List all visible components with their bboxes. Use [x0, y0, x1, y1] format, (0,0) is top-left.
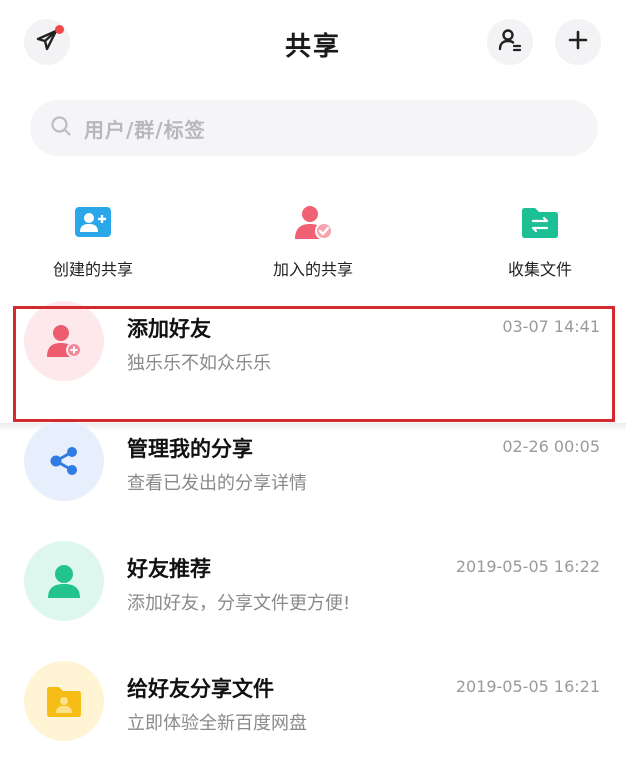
- list-item-subtitle: 添加好友，分享文件更方便!: [127, 593, 351, 614]
- list-item-friend-recommend[interactable]: 好友推荐 添加好友，分享文件更方便! 2019-05-05 16:22: [0, 523, 626, 643]
- collect-folder-icon: [518, 200, 562, 244]
- contacts-button[interactable]: [487, 19, 533, 65]
- list-item-subtitle: 独乐乐不如众乐乐: [127, 353, 271, 374]
- person-icon: [24, 541, 104, 621]
- list-item-title: 给好友分享文件: [127, 677, 274, 701]
- list-item-subtitle: 立即体验全新百度网盘: [127, 713, 307, 734]
- list-item-subtitle: 查看已发出的分享详情: [127, 473, 307, 494]
- search-placeholder: 用户/群/标签: [84, 117, 206, 142]
- created-shares-button[interactable]: 创建的共享: [13, 200, 173, 280]
- quick-action-label: 创建的共享: [52, 260, 133, 279]
- collect-files-button[interactable]: 收集文件: [460, 200, 620, 280]
- plus-icon: [567, 29, 589, 55]
- quick-action-label: 加入的共享: [272, 260, 353, 279]
- search-input[interactable]: 用户/群/标签: [30, 100, 598, 156]
- contacts-icon: [497, 27, 523, 57]
- list-item-manage-shares[interactable]: 管理我的分享 查看已发出的分享详情 02-26 00:05: [0, 403, 626, 523]
- list-item-title: 好友推荐: [127, 557, 211, 581]
- joined-share-icon: [291, 200, 335, 244]
- joined-shares-button[interactable]: 加入的共享: [233, 200, 393, 280]
- header-bar: 共享: [0, 0, 626, 88]
- share-icon: [24, 421, 104, 501]
- quick-action-label: 收集文件: [507, 260, 572, 279]
- folder-icon: [24, 661, 104, 741]
- list-item-time: 03-07 14:41: [502, 317, 600, 336]
- list-item-add-friend[interactable]: 添加好友 独乐乐不如众乐乐 03-07 14:41: [0, 283, 626, 403]
- list-item-time: 02-26 00:05: [502, 437, 600, 456]
- list-item-share-files[interactable]: 给好友分享文件 立即体验全新百度网盘 2019-05-05 16:21: [0, 643, 626, 763]
- list-item-time: 2019-05-05 16:22: [455, 557, 600, 576]
- create-share-icon: [71, 200, 115, 244]
- list-item-time: 2019-05-05 16:21: [455, 677, 600, 696]
- add-friend-icon: [24, 301, 104, 381]
- list-item-title: 管理我的分享: [127, 437, 253, 461]
- add-button[interactable]: [555, 19, 601, 65]
- list-item-title: 添加好友: [127, 317, 211, 341]
- search-icon: [50, 115, 72, 141]
